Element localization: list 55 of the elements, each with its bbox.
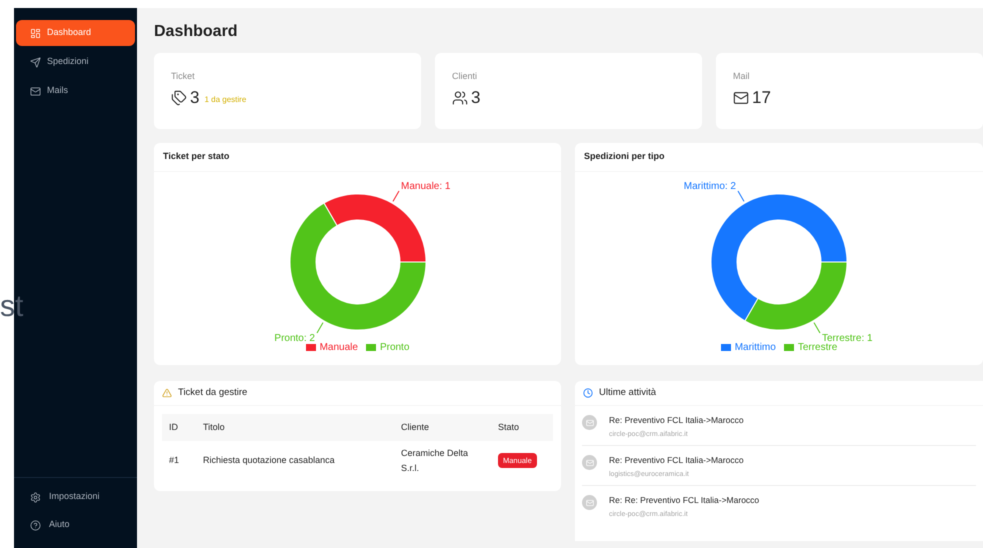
table-cell-text: Richiesta quotazione casablanca (203, 454, 336, 468)
activity-subject: Re: Re: Preventivo FCL Italia->Marocco (609, 495, 760, 506)
clock-icon (583, 388, 593, 398)
slice-label: Terrestre: 1 (822, 332, 873, 344)
help-icon (30, 520, 41, 530)
panel-title: Ultime attività (599, 386, 656, 400)
mail-icon (733, 90, 749, 106)
column-header: ID (169, 420, 179, 434)
activity-subject: Re: Preventivo FCL Italia->Marocco (609, 415, 744, 426)
settings-icon (30, 492, 41, 502)
send-icon (30, 56, 41, 68)
legend-swatch (720, 344, 731, 350)
legend-label[interactable]: Manuale (320, 340, 358, 354)
stat-value: 3 (471, 88, 480, 106)
stat-note: 1 da gestire (204, 94, 246, 106)
column-header: Cliente (401, 420, 430, 434)
slice-label: Manuale: 1 (400, 180, 450, 192)
dashboard-icon (30, 28, 41, 38)
mail-icon (586, 418, 594, 426)
sidebar-item[interactable]: Mails (16, 78, 135, 104)
column-header: Stato (498, 420, 520, 434)
stat-value: 17 (752, 88, 771, 106)
leader-line (738, 190, 744, 202)
legend-swatch (306, 344, 316, 350)
stat-value: 3 (190, 88, 200, 106)
legend-label[interactable]: Pronto (380, 340, 410, 354)
legend-swatch (366, 344, 376, 350)
users-icon (452, 90, 468, 106)
warning-icon (162, 388, 172, 398)
slice-label: Marittimo: 2 (684, 180, 736, 192)
column-header: Titolo (203, 420, 226, 434)
legend-label[interactable]: Marittimo (734, 340, 776, 354)
table-cell-text: #1 (169, 454, 180, 468)
sidebar-item[interactable]: Dashboard (16, 20, 135, 46)
sidebar-item[interactable]: Aiuto (16, 514, 135, 536)
chart-title: Ticket per stato (154, 143, 561, 172)
activity-subject: Re: Preventivo FCL Italia->Marocco (609, 455, 744, 466)
page-title: Dashboard (154, 24, 239, 40)
legend-swatch (784, 344, 794, 350)
panel-title: Ticket da gestire (178, 386, 248, 400)
sidebar-item[interactable]: Spedizioni (16, 49, 135, 75)
tags-icon (171, 90, 187, 106)
sidebar-item[interactable]: Impostazioni (16, 486, 135, 508)
slice-label: Pronto: 2 (274, 332, 314, 344)
stat-label: Mail (733, 70, 751, 83)
table-cell-text: Ceramiche Delta S.r.l. (401, 447, 470, 475)
mail-icon (30, 86, 41, 96)
mail-icon (586, 458, 594, 466)
leader-line (316, 322, 323, 334)
mail-icon (586, 498, 594, 506)
stat-label: Ticket (171, 70, 196, 83)
chart-title: Spedizioni per tipo (575, 143, 983, 172)
leader-line (392, 190, 399, 202)
leader-line (814, 322, 820, 334)
stat-label: Clienti (452, 70, 478, 83)
